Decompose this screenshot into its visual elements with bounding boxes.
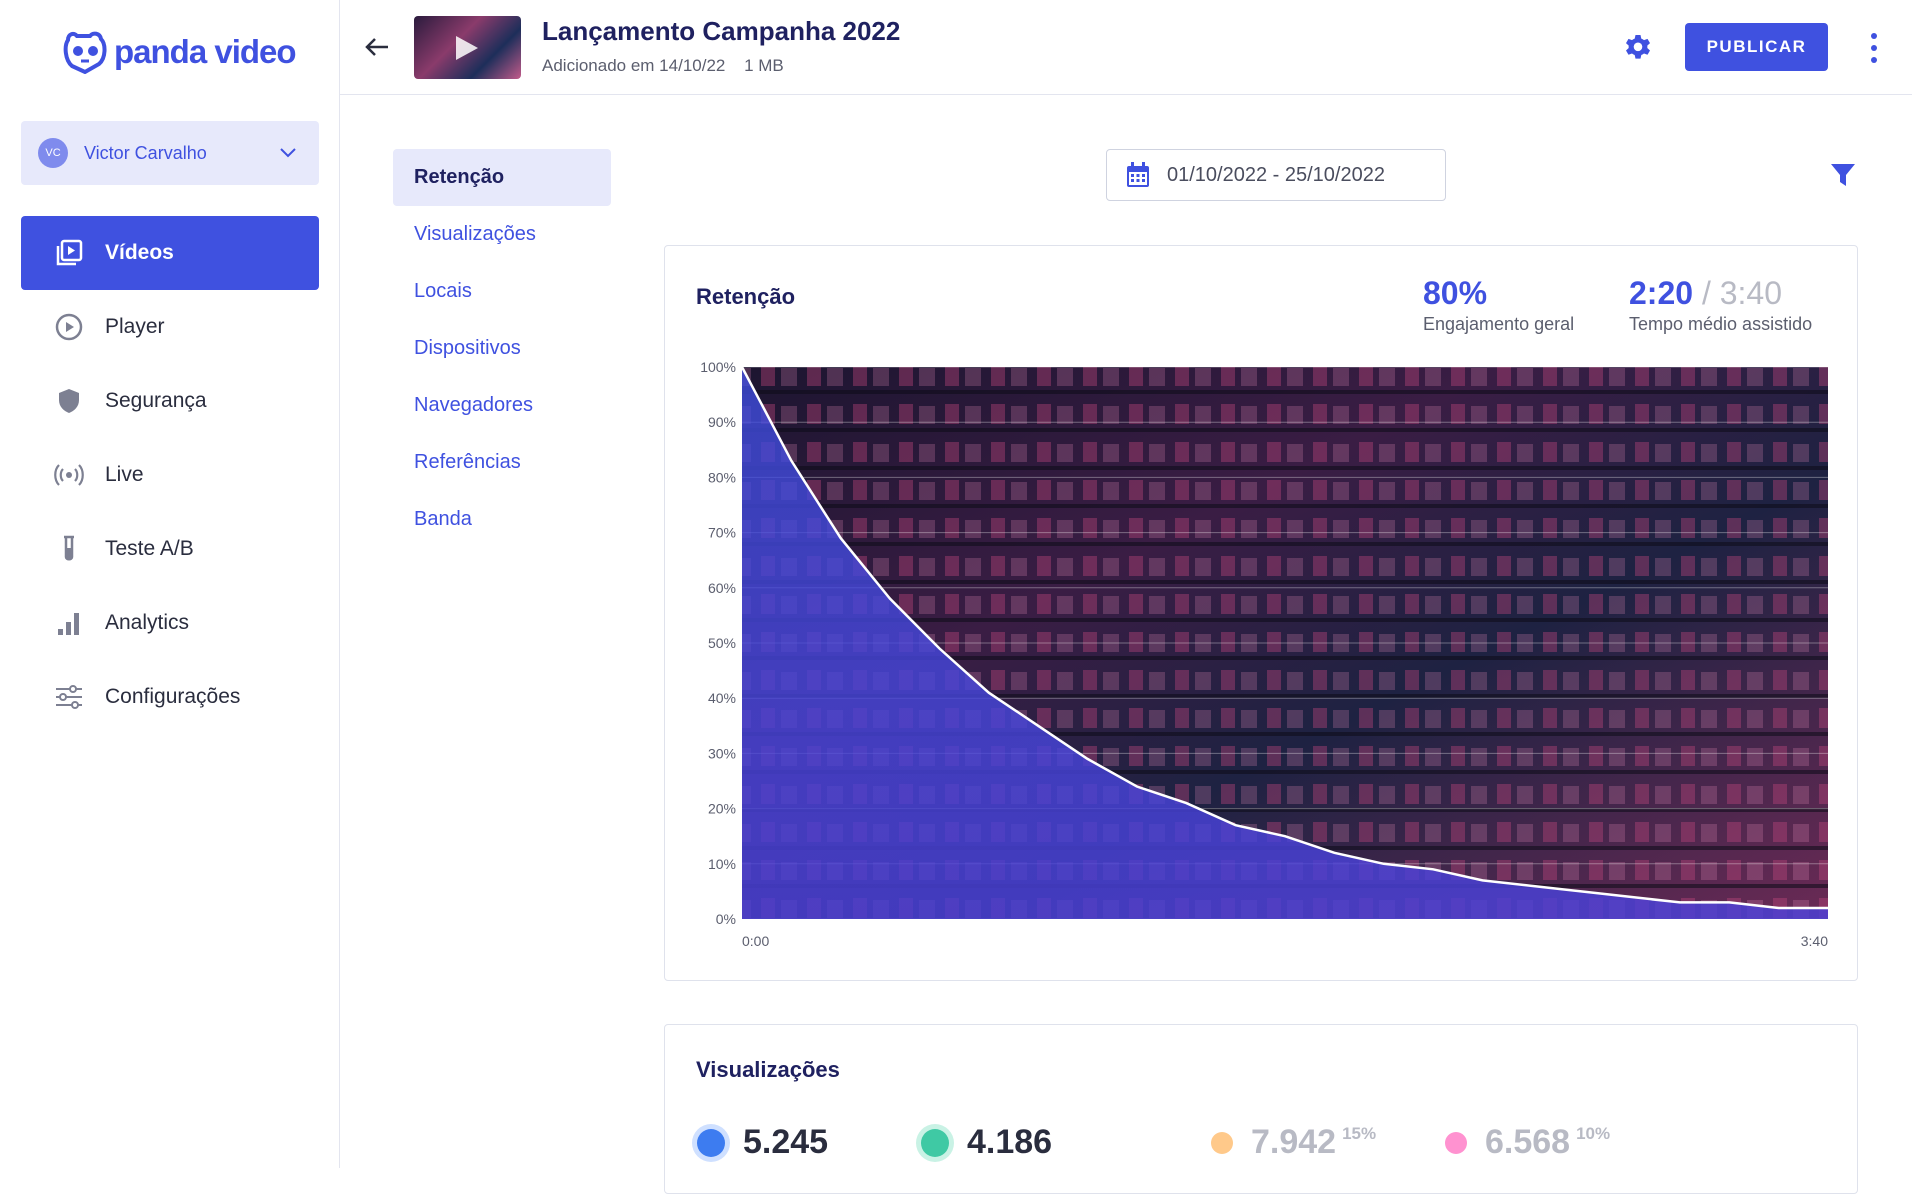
view-stat-pct: 15% — [1342, 1123, 1377, 1143]
calendar-icon — [1127, 162, 1149, 187]
sidebar-item-label: Teste A/B — [105, 537, 194, 560]
filter-icon[interactable] — [1830, 162, 1856, 188]
views-title: Visualizações — [696, 1057, 840, 1082]
stat-dot-icon — [1445, 1131, 1467, 1154]
view-stat-pct: 10% — [1576, 1123, 1611, 1143]
y-tick-label: 20% — [708, 801, 736, 817]
sidebar-item-label: Configurações — [105, 685, 241, 708]
back-arrow-icon[interactable] — [362, 32, 392, 62]
bar-chart-icon — [53, 607, 85, 639]
video-header: Lançamento Campanha 2022 Adicionado em 1… — [340, 0, 1912, 95]
sidebar-item-label: Live — [105, 463, 144, 486]
stat-dot-icon — [921, 1128, 949, 1157]
sidebar-nav: Vídeos Player Segurança Live Teste A/B A… — [21, 216, 319, 734]
views-card: Visualizações 5.245 4.186 7.942 15% 6.56… — [664, 1024, 1858, 1194]
sidebar-item-label: Vídeos — [105, 241, 174, 264]
y-tick-label: 90% — [708, 414, 736, 430]
video-thumbnail[interactable] — [414, 16, 521, 79]
retention-chart: 100% 90% 80% 70% 60% 50% 40% 30% 20% 10% 0% 0:00 3:4… — [700, 359, 1828, 949]
tab-locais[interactable]: Locais — [393, 263, 611, 320]
sidebar-item-live[interactable]: Live — [21, 438, 319, 512]
date-range-value: 01/10/2022 - 25/10/2022 — [1167, 163, 1385, 186]
view-stat-3: 7.942 15% — [1211, 1123, 1376, 1162]
y-tick-label: 80% — [708, 469, 736, 485]
view-stat-value: 6.568 — [1485, 1123, 1571, 1161]
brand-logo[interactable]: panda video — [62, 28, 297, 76]
shield-icon — [53, 385, 85, 417]
stat-dot-icon — [697, 1128, 725, 1157]
account-switcher[interactable]: VC Victor Carvalho — [21, 121, 319, 185]
tab-visualizacoes[interactable]: Visualizações — [393, 206, 611, 263]
avatar: VC — [38, 138, 68, 168]
view-stat-value: 7.942 — [1251, 1123, 1337, 1161]
tab-navegadores[interactable]: Navegadores — [393, 377, 611, 434]
play-circle-icon — [53, 311, 85, 343]
x-tick-label: 0:00 — [742, 933, 769, 949]
account-name: Victor Carvalho — [84, 142, 207, 163]
panda-logo-icon — [63, 31, 107, 74]
sidebar-item-configuracoes[interactable]: Configurações — [21, 660, 319, 734]
sidebar-item-label: Segurança — [105, 389, 207, 412]
y-tick-label: 0% — [716, 911, 736, 927]
y-tick-label: 60% — [708, 580, 736, 596]
view-stat-2: 4.186 — [921, 1123, 1052, 1162]
sidebar-item-analytics[interactable]: Analytics — [21, 586, 319, 660]
play-icon — [456, 36, 478, 60]
view-stat-value: 4.186 — [967, 1123, 1053, 1161]
sidebar-item-teste-ab[interactable]: Teste A/B — [21, 512, 319, 586]
tab-banda[interactable]: Banda — [393, 491, 611, 548]
broadcast-icon — [53, 459, 85, 491]
view-stat-1: 5.245 — [697, 1123, 828, 1162]
gear-icon[interactable] — [1622, 32, 1654, 64]
more-options-icon[interactable] — [1864, 30, 1884, 66]
y-tick-label: 50% — [708, 635, 736, 651]
tab-referencias[interactable]: Referências — [393, 434, 611, 491]
sliders-icon — [53, 681, 85, 713]
added-date: Adicionado em 14/10/22 — [542, 56, 726, 75]
sidebar-item-player[interactable]: Player — [21, 290, 319, 364]
view-stat-value: 5.245 — [743, 1123, 829, 1161]
video-library-icon — [53, 237, 85, 269]
y-tick-label: 40% — [708, 690, 736, 706]
video-meta: Adicionado em 14/10/22 1 MB — [542, 56, 784, 76]
stat-dot-icon — [1211, 1131, 1233, 1154]
analytics-subnav: Retenção Visualizações Locais Dispositiv… — [393, 149, 611, 548]
y-tick-label: 100% — [700, 359, 736, 375]
publish-button[interactable]: PUBLICAR — [1685, 23, 1828, 71]
x-tick-label: 3:40 — [1801, 933, 1828, 949]
y-tick-label: 30% — [708, 745, 736, 761]
sidebar-item-videos[interactable]: Vídeos — [21, 216, 319, 290]
tab-retencao[interactable]: Retenção — [393, 149, 611, 206]
view-stat-4: 6.568 10% — [1445, 1123, 1610, 1162]
test-tube-icon — [53, 533, 85, 565]
brand-name: panda video — [114, 33, 297, 70]
retention-card: Retenção 80% Engajamento geral 2:20 / 3:… — [664, 245, 1858, 981]
y-tick-label: 70% — [708, 525, 736, 541]
tab-dispositivos[interactable]: Dispositivos — [393, 320, 611, 377]
sidebar: panda video VC Victor Carvalho Vídeos Pl… — [0, 0, 340, 1168]
sidebar-item-seguranca[interactable]: Segurança — [21, 364, 319, 438]
date-range-picker[interactable]: 01/10/2022 - 25/10/2022 — [1106, 149, 1446, 201]
sidebar-item-label: Player — [105, 315, 165, 338]
video-title: Lançamento Campanha 2022 — [542, 16, 901, 46]
chevron-down-icon — [280, 148, 296, 158]
y-tick-label: 10% — [708, 856, 736, 872]
file-size: 1 MB — [744, 56, 784, 75]
sidebar-item-label: Analytics — [105, 611, 190, 634]
